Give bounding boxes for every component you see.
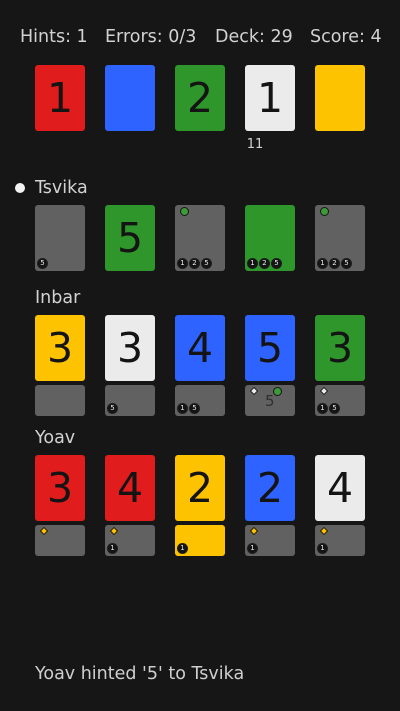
hint-number-marker: 1 <box>178 404 187 413</box>
hint-number-marker: 2 <box>190 259 199 268</box>
score-counter: Score: 4 <box>310 27 382 47</box>
inbar-card-3[interactable]: 4 <box>175 315 225 381</box>
firework-pile-blue <box>105 65 155 131</box>
inbar-card-3-hints: 15 <box>175 385 225 416</box>
yoav-card-4[interactable]: 2 <box>245 455 295 521</box>
hint-number-marker: 5 <box>330 404 339 413</box>
yoav-card-2-hints: 1 <box>105 525 155 556</box>
inbar-card-2[interactable]: 3 <box>105 315 155 381</box>
yoav-card-5[interactable]: 4 <box>315 455 365 521</box>
hint-marker-diamond <box>109 526 119 536</box>
fireworks-count: 11 <box>246 137 264 152</box>
hint-number-marker: 1 <box>248 544 257 553</box>
action-log-message: Yoav hinted '5' to Tsvika <box>35 664 245 684</box>
hint-marker-diamond <box>249 526 259 536</box>
hint-number-marker: 2 <box>330 259 339 268</box>
hint-number-marker: 1 <box>248 259 257 268</box>
hint-color-dot <box>180 207 189 216</box>
inbar-card-4[interactable]: 5 <box>245 315 295 381</box>
firework-pile-red: 1 <box>35 65 85 131</box>
yoav-card-4-hints: 1 <box>245 525 295 556</box>
hint-marker-diamond <box>319 526 329 536</box>
yoav-card-3-hints: 1 <box>175 525 225 556</box>
firework-pile-white: 1 <box>245 65 295 131</box>
hint-color-dot <box>320 207 329 216</box>
hint-marker-diamond <box>319 386 329 396</box>
inbar-card-2-hints: 5 <box>105 385 155 416</box>
inbar-card-1-hints <box>35 385 85 416</box>
player-name-inbar: Inbar <box>35 288 81 308</box>
hint-number-marker: 5 <box>190 404 199 413</box>
yoav-card-1[interactable]: 3 <box>35 455 85 521</box>
tsvika-card-1[interactable]: 5 <box>35 205 85 271</box>
hint-number-marker: 1 <box>108 544 117 553</box>
hint-number-marker: 5 <box>38 259 47 268</box>
hint-number-marker: 1 <box>178 259 187 268</box>
errors-counter: Errors: 0/3 <box>105 27 197 47</box>
hint-number-marker: 5 <box>272 259 281 268</box>
hint-number-marker: 1 <box>318 404 327 413</box>
hint-number-marker: 5 <box>108 404 117 413</box>
status-bar: Hints: 1 Errors: 0/3 Deck: 29 Score: 4 <box>0 27 400 51</box>
yoav-card-1-hints <box>35 525 85 556</box>
current-turn-indicator <box>15 183 25 193</box>
hint-number-marker: 1 <box>178 544 187 553</box>
tsvika-card-3[interactable]: 125 <box>175 205 225 271</box>
hint-number-marker: 1 <box>318 259 327 268</box>
yoav-card-3[interactable]: 2 <box>175 455 225 521</box>
hint-number-marker: 5 <box>202 259 211 268</box>
firework-pile-yellow <box>315 65 365 131</box>
hint-number-marker: 2 <box>260 259 269 268</box>
inbar-card-5[interactable]: 3 <box>315 315 365 381</box>
tsvika-card-4[interactable]: 125 <box>245 205 295 271</box>
hint-marker-diamond <box>249 386 259 396</box>
yoav-card-5-hints: 1 <box>315 525 365 556</box>
deck-counter: Deck: 29 <box>215 27 293 47</box>
player-name-yoav: Yoav <box>35 428 76 448</box>
inbar-card-5-hints: 15 <box>315 385 365 416</box>
hint-number-marker: 5 <box>342 259 351 268</box>
hints-counter: Hints: 1 <box>20 27 88 47</box>
inbar-card-1[interactable]: 3 <box>35 315 85 381</box>
tsvika-card-5[interactable]: 125 <box>315 205 365 271</box>
hint-number-marker: 1 <box>318 544 327 553</box>
firework-pile-green: 2 <box>175 65 225 131</box>
inbar-card-4-hints: 5 <box>245 385 295 416</box>
yoav-card-2[interactable]: 4 <box>105 455 155 521</box>
tsvika-card-2[interactable]: 5 <box>105 205 155 271</box>
hint-center-value: 5 <box>265 392 275 410</box>
hint-marker-diamond <box>39 526 49 536</box>
player-name-tsvika: Tsvika <box>35 178 88 198</box>
